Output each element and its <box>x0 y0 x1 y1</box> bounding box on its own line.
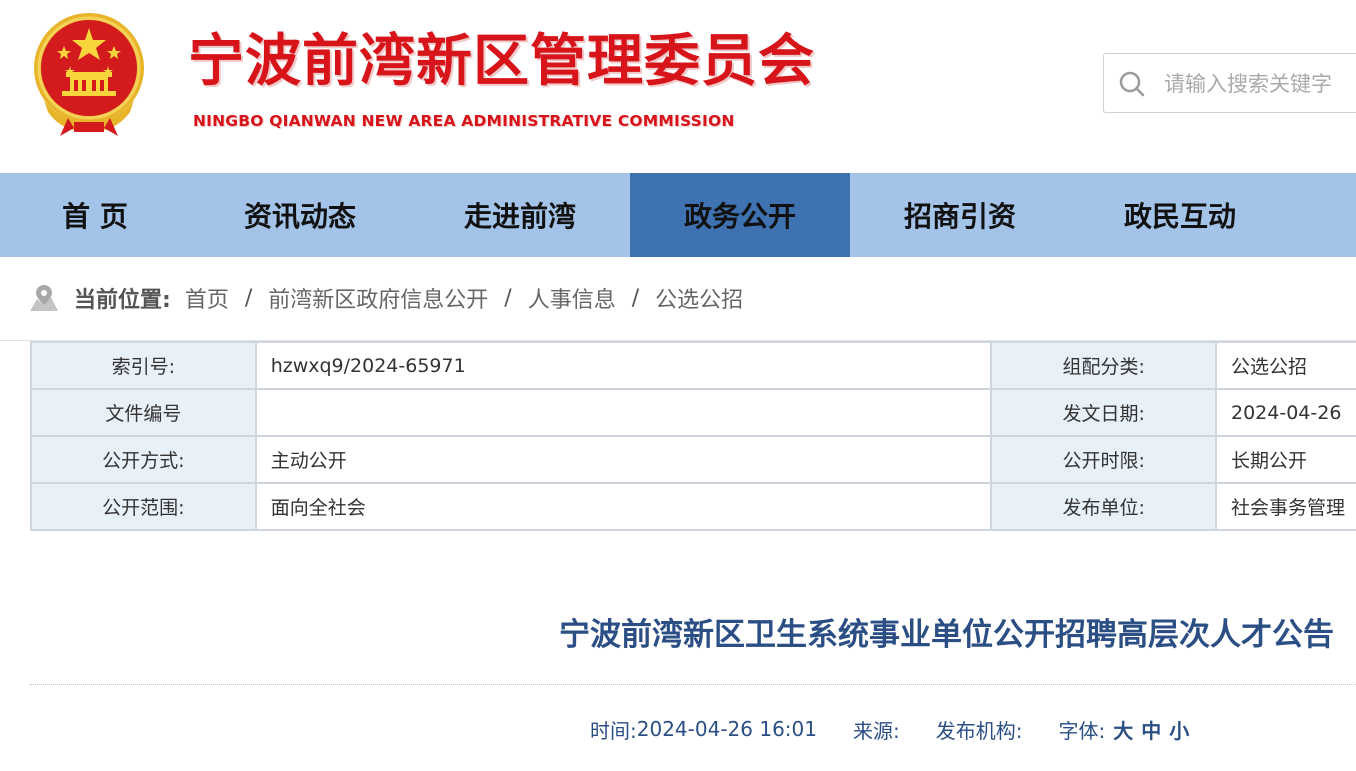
document-number-label: 文件编号 <box>30 388 257 437</box>
breadcrumb-info-disclosure[interactable]: 前湾新区政府信息公开 <box>268 282 488 314</box>
nav-item-interaction[interactable]: 政民互动 <box>1070 173 1290 257</box>
publisher-unit-value: 社会事务管理 <box>1215 482 1356 531</box>
category-label: 组配分类: <box>990 341 1217 390</box>
table-row: 索引号: hzwxq9/2024-65971 组配分类: 公选公招 <box>30 341 1356 390</box>
font-size-large-button[interactable]: 大 <box>1113 715 1133 744</box>
publisher-label: 发布机构: <box>935 718 1023 743</box>
site-subtitle: NINGBO QIANWAN NEW AREA ADMINISTRATIVE C… <box>193 112 735 130</box>
nav-item-news[interactable]: 资讯动态 <box>190 173 410 257</box>
national-emblem-icon[interactable] <box>30 10 148 136</box>
info-table: 索引号: hzwxq9/2024-65971 组配分类: 公选公招 文件编号 发… <box>30 341 1356 531</box>
disclosure-scope-label: 公开范围: <box>30 482 257 531</box>
table-row: 公开范围: 面向全社会 发布单位: 社会事务管理 <box>30 482 1356 531</box>
source-label: 来源: <box>852 718 900 743</box>
index-number-label: 索引号: <box>30 341 257 390</box>
search-input[interactable] <box>1164 66 1356 102</box>
index-number-value: hzwxq9/2024-65971 <box>254 341 993 390</box>
article-meta: 时间: 2024-04-26 16:01 来源: 发布机构: 字体: 大 中 小 <box>590 714 1189 744</box>
location-map-icon <box>30 285 58 311</box>
font-size-small-button[interactable]: 小 <box>1169 715 1189 744</box>
nav-item-investment[interactable]: 招商引资 <box>850 173 1070 257</box>
time-value: 2024-04-26 16:01 <box>636 717 817 741</box>
breadcrumb-label: 当前位置: <box>74 288 171 313</box>
issue-date-value: 2024-04-26 <box>1215 388 1356 437</box>
nav-item-home[interactable]: 首 页 <box>0 173 190 257</box>
time-label: 时间: <box>590 718 637 743</box>
issue-date-label: 发文日期: <box>990 388 1217 437</box>
disclosure-method-value: 主动公开 <box>254 435 993 484</box>
site-title: 宁波前湾新区管理委员会 <box>188 29 815 94</box>
disclosure-scope-value: 面向全社会 <box>254 482 993 531</box>
breadcrumb-personnel[interactable]: 人事信息 <box>528 282 616 314</box>
search-box[interactable] <box>1103 53 1356 113</box>
nav-item-government-affairs[interactable]: 政务公开 <box>630 173 850 257</box>
nav-item-about-qianwan[interactable]: 走进前湾 <box>410 173 630 257</box>
breadcrumb-separator: / <box>504 285 512 311</box>
nav-item-truncated[interactable]: 政 <box>1290 173 1356 257</box>
article-title: 宁波前湾新区卫生系统事业单位公开招聘高层次人才公告 <box>559 617 1334 653</box>
publisher-unit-label: 发布单位: <box>990 482 1217 531</box>
font-size-label: 字体: <box>1058 718 1106 743</box>
disclosure-method-label: 公开方式: <box>30 435 257 484</box>
breadcrumb-recruitment[interactable]: 公选公招 <box>655 282 743 314</box>
site-header: 宁波前湾新区管理委员会 NINGBO QIANWAN NEW AREA ADMI… <box>0 0 1356 173</box>
table-row: 公开方式: 主动公开 公开时限: 长期公开 <box>30 435 1356 484</box>
table-row: 文件编号 发文日期: 2024-04-26 <box>30 388 1356 437</box>
breadcrumb-home[interactable]: 首页 <box>185 282 229 314</box>
category-value: 公选公招 <box>1215 341 1356 390</box>
breadcrumb-separator: / <box>631 285 640 311</box>
document-number-value <box>254 388 993 437</box>
disclosure-period-label: 公开时限: <box>990 435 1217 484</box>
divider <box>30 684 1356 685</box>
main-nav: 首 页 资讯动态 走进前湾 政务公开 招商引资 政民互动 政 <box>0 173 1356 257</box>
search-icon[interactable] <box>1118 70 1146 98</box>
disclosure-period-value: 长期公开 <box>1215 435 1356 484</box>
font-size-medium-button[interactable]: 中 <box>1141 715 1161 744</box>
breadcrumb-separator: / <box>244 285 253 311</box>
breadcrumb: 当前位置: 首页 / 前湾新区政府信息公开 / 人事信息 / 公选公招 <box>28 278 743 318</box>
